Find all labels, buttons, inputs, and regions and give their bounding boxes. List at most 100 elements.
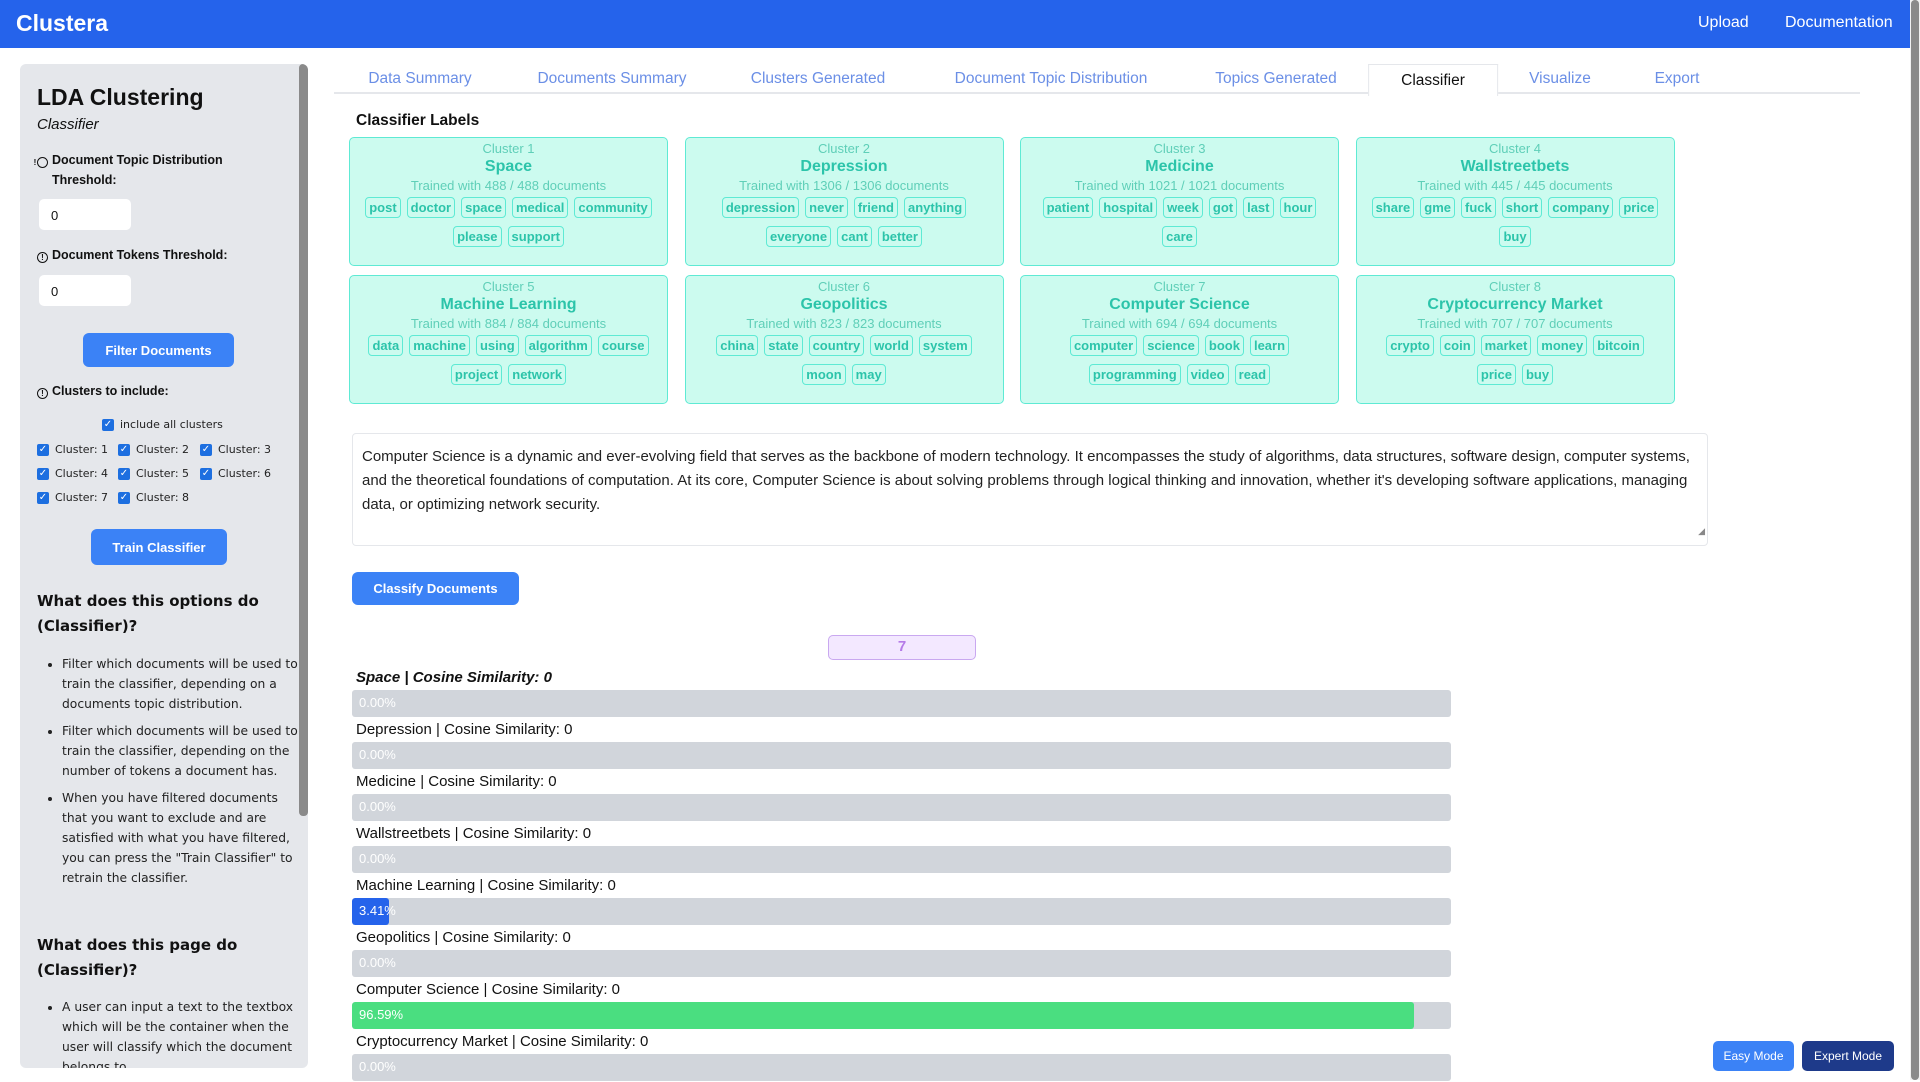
keyword-tag: fuck	[1461, 197, 1496, 218]
result-label: Cryptocurrency Market | Cosine Similarit…	[356, 1033, 649, 1050]
cluster-trained-count: Trained with 1306 / 1306 documents	[739, 178, 949, 193]
tab-topics-generated[interactable]: Topics Generated	[1215, 70, 1337, 88]
keyword-tag: price	[1476, 364, 1516, 385]
cluster-name: Cryptocurrency Market	[1427, 296, 1603, 313]
keyword-tag: state	[764, 335, 803, 356]
expert-mode-button[interactable]: Expert Mode	[1802, 1041, 1894, 1071]
keyword-tag: short	[1501, 197, 1543, 218]
keyword-tag: please	[453, 226, 502, 247]
sidebar-subtitle: Classifier	[37, 116, 99, 133]
keyword-tag: anything	[904, 197, 967, 218]
cluster-checkbox-8[interactable]: ✓ Cluster: 8	[118, 491, 189, 504]
similarity-percent: 0.00%	[359, 747, 396, 762]
tab-document-topic-distribution[interactable]: Document Topic Distribution	[955, 70, 1148, 88]
keyword-tag: hospital	[1099, 197, 1158, 218]
similarity-bar: 0.00%	[352, 794, 1451, 821]
checkmark-icon: ✓	[200, 443, 212, 456]
keyword-tag: read	[1234, 364, 1271, 385]
tab-documents-summary[interactable]: Documents Summary	[537, 70, 686, 88]
keyword-tag: money	[1537, 335, 1588, 356]
keyword-tag: system	[918, 335, 972, 356]
cluster-card: Cluster 2 Depression Trained with 1306 /…	[684, 137, 1004, 266]
cluster-checkbox-4[interactable]: ✓ Cluster: 4	[37, 467, 108, 480]
sidebar-scrollbar[interactable]	[299, 64, 308, 816]
clusters-include-label: ! Clusters to include:	[37, 381, 169, 401]
tab-clusters-generated[interactable]: Clusters Generated	[751, 70, 885, 88]
cluster-card: Cluster 4 Wallstreetbets Trained with 44…	[1355, 137, 1675, 266]
keyword-tag: course	[597, 335, 649, 356]
keyword-tag: book	[1204, 335, 1244, 356]
keyword-tag: support	[507, 226, 564, 247]
cluster-checkbox-3[interactable]: ✓ Cluster: 3	[200, 443, 271, 456]
classify-documents-button[interactable]: Classify Documents	[352, 572, 519, 605]
cluster-checkbox-2[interactable]: ✓ Cluster: 2	[118, 443, 189, 456]
info-icon[interactable]: !	[37, 252, 48, 263]
cluster-checkbox-6[interactable]: ✓ Cluster: 6	[200, 467, 271, 480]
result-label: Computer Science | Cosine Similarity: 0	[356, 981, 620, 998]
keyword-tag: network	[508, 364, 567, 385]
cluster-name: Geopolitics	[800, 296, 888, 313]
cluster-trained-count: Trained with 694 / 694 documents	[1081, 316, 1278, 331]
cluster-card: Cluster 7 Computer Science Trained with …	[1020, 275, 1339, 404]
keyword-tag: got	[1208, 197, 1238, 218]
tab-data-summary[interactable]: Data Summary	[368, 70, 471, 88]
app-logo[interactable]: Clustera	[16, 10, 108, 37]
keyword-tag: programming	[1088, 364, 1181, 385]
tab-export[interactable]: Export	[1655, 70, 1700, 88]
result-item: Depression | Cosine Similarity: 0 0.00%	[352, 718, 1451, 770]
keyword-tag: never	[805, 197, 848, 218]
cluster-card: Cluster 3 Medicine Trained with 1021 / 1…	[1020, 137, 1339, 266]
info-icon[interactable]: !	[34, 157, 48, 168]
nav-documentation[interactable]: Documentation	[1785, 14, 1893, 32]
similarity-percent: 0.00%	[359, 695, 396, 710]
result-item: Space | Cosine Similarity: 0 0.00%	[352, 666, 1451, 718]
similarity-bar: 0.00%	[352, 846, 1451, 873]
filter-documents-button[interactable]: Filter Documents	[83, 333, 234, 367]
cluster-id: Cluster 3	[1153, 141, 1206, 156]
tokens-threshold-label: ! Document Tokens Threshold:	[37, 245, 227, 265]
include-all-checkbox[interactable]: ✓ include all clusters	[102, 418, 223, 431]
similarity-percent: 0.00%	[359, 799, 396, 814]
keyword-tag: project	[450, 364, 503, 385]
cluster-checkbox-5[interactable]: ✓ Cluster: 5	[118, 467, 189, 480]
keyword-tag: share	[1371, 197, 1415, 218]
resize-handle-icon[interactable]: ◢	[1698, 519, 1705, 543]
tab-visualize[interactable]: Visualize	[1529, 70, 1591, 88]
train-classifier-button[interactable]: Train Classifier	[91, 529, 227, 565]
keyword-tag: video	[1186, 364, 1229, 385]
checkmark-icon: ✓	[37, 443, 49, 456]
keyword-tag: computer	[1069, 335, 1138, 356]
topic-threshold-input[interactable]: 0	[38, 198, 132, 231]
checkmark-icon: ✓	[37, 491, 49, 504]
help-bullet: A user can input a text to the textbox w…	[62, 997, 299, 1068]
info-icon[interactable]: !	[37, 388, 48, 399]
keyword-tag: cant	[837, 226, 872, 247]
keyword-tag: market	[1480, 335, 1532, 356]
similarity-bar-fill	[352, 1002, 1414, 1029]
cluster-id: Cluster 8	[1488, 279, 1542, 294]
tokens-threshold-input[interactable]: 0	[38, 274, 132, 307]
keyword-tag: patient	[1042, 197, 1094, 218]
keyword-tag: china	[716, 335, 759, 356]
result-item: Cryptocurrency Market | Cosine Similarit…	[352, 1030, 1451, 1082]
keyword-tag: science	[1143, 335, 1199, 356]
page-scrollbar[interactable]	[1910, 0, 1920, 1080]
keyword-tag: country	[808, 335, 865, 356]
cluster-checkbox-1[interactable]: ✓ Cluster: 1	[37, 443, 108, 456]
easy-mode-button[interactable]: Easy Mode	[1713, 1041, 1794, 1071]
sidebar: LDA Clustering Classifier ! Document Topi…	[20, 64, 308, 1068]
cluster-name: Wallstreetbets	[1460, 158, 1570, 175]
result-label: Depression | Cosine Similarity: 0	[356, 721, 573, 738]
similarity-bar: 96.59%	[352, 1002, 1451, 1029]
nav-upload[interactable]: Upload	[1698, 14, 1749, 32]
keyword-tag: week	[1163, 197, 1203, 218]
page-help-heading: What does this page do (Classifier)?	[37, 936, 238, 979]
similarity-bar: 0.00%	[352, 742, 1451, 769]
checkmark-icon: ✓	[200, 467, 212, 480]
classify-text-input[interactable]: Computer Science is a dynamic and ever-e…	[352, 433, 1708, 546]
cluster-trained-count: Trained with 884 / 884 documents	[410, 316, 607, 331]
tab-classifier[interactable]: Classifier	[1368, 64, 1498, 96]
keyword-tag: algorithm	[524, 335, 592, 356]
keyword-tag: buy	[1499, 226, 1531, 247]
cluster-checkbox-7[interactable]: ✓ Cluster: 7	[37, 491, 108, 504]
